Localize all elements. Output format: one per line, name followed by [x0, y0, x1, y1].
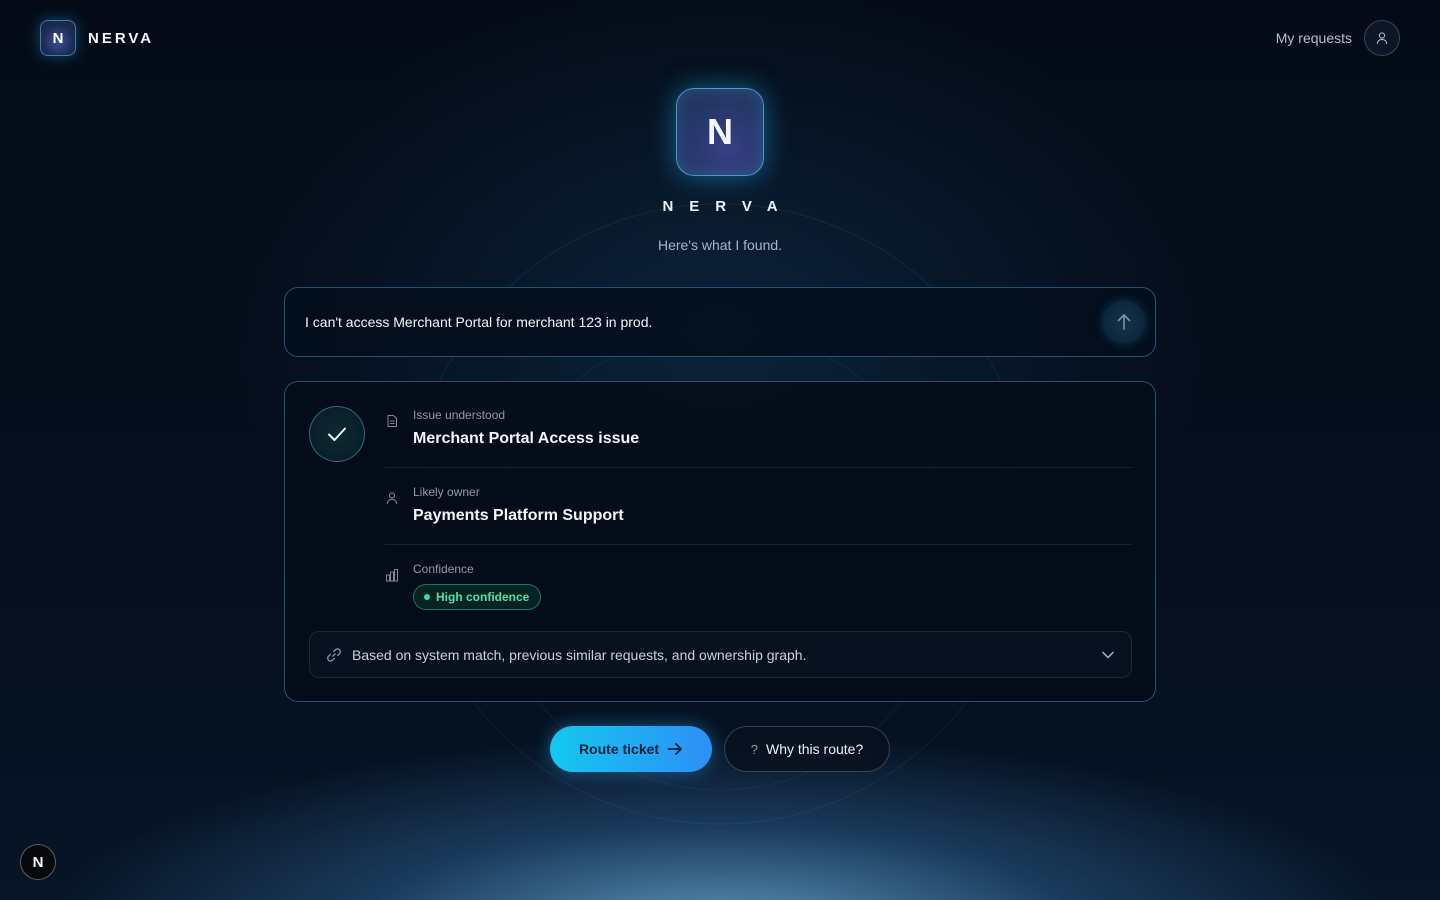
why-this-route-button[interactable]: ? Why this route?: [724, 726, 890, 772]
reason-text: Based on system match, previous similar …: [352, 646, 807, 663]
query-box[interactable]: I can't access Merchant Portal for merch…: [284, 287, 1156, 357]
badge-dot: [424, 594, 430, 600]
owner-row: Likely owner Payments Platform Support: [385, 485, 1132, 545]
brand-name: NERVA: [88, 29, 155, 47]
hero-name: NERVA: [662, 198, 794, 215]
owner-label: Likely owner: [413, 485, 480, 499]
reason-disclosure[interactable]: Based on system match, previous similar …: [309, 631, 1132, 678]
question-icon: ?: [750, 741, 758, 757]
owner-value: Payments Platform Support: [413, 507, 624, 524]
confidence-label: Confidence: [413, 562, 474, 576]
app-stage: N NERVA My requests N NERVA Here's what …: [0, 0, 1440, 900]
brand[interactable]: N NERVA: [40, 20, 154, 56]
chevron-down-icon: [1102, 651, 1114, 658]
my-requests-link[interactable]: My requests: [1276, 30, 1352, 46]
check-icon: [328, 427, 346, 441]
corner-badge[interactable]: N: [20, 844, 56, 880]
issue-label: Issue understood: [413, 408, 506, 422]
issue-row: Issue understood Merchant Portal Access …: [385, 408, 1132, 468]
why-this-route-label: Why this route?: [765, 741, 864, 757]
document-icon: [387, 415, 397, 427]
status-indicator: [309, 406, 365, 462]
result-card: Issue understood Merchant Portal Access …: [284, 381, 1156, 702]
hero-logo: N: [676, 88, 764, 176]
confidence-row: Confidence High confidence: [385, 562, 1132, 612]
user-icon: [1376, 32, 1388, 45]
avatar-button[interactable]: [1364, 20, 1400, 56]
bar-chart-icon: [386, 569, 398, 582]
confidence-badge-text: High confidence: [436, 590, 530, 604]
hero-subtitle: Here's what I found.: [657, 237, 783, 253]
route-ticket-button[interactable]: Route ticket: [550, 726, 712, 772]
brand-logo: N: [40, 20, 76, 56]
issue-value: Merchant Portal Access issue: [413, 430, 640, 447]
user-icon: [386, 492, 398, 505]
link-icon: [327, 647, 341, 662]
route-ticket-label: Route ticket: [578, 741, 660, 757]
query-text[interactable]: I can't access Merchant Portal for merch…: [305, 314, 1103, 330]
account-area: My requests: [1276, 20, 1400, 56]
arrow-right-icon: [667, 743, 682, 755]
confidence-badge: High confidence: [413, 584, 542, 610]
arrow-up-icon: [1117, 314, 1131, 330]
send-button[interactable]: [1103, 301, 1145, 343]
